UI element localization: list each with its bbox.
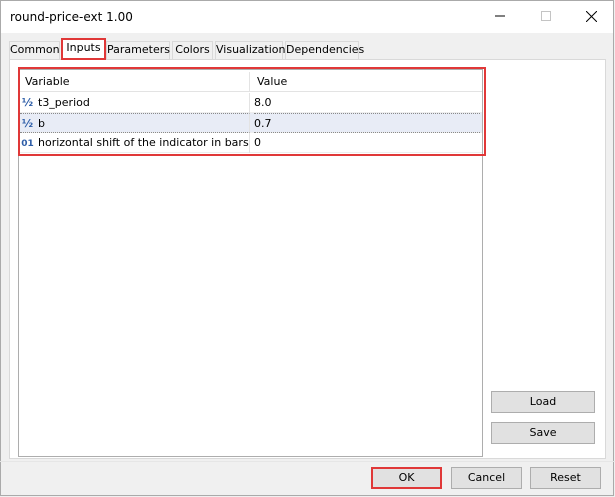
table-row[interactable]: 01 horizontal shift of the indicator in b…	[20, 133, 482, 153]
ok-button[interactable]: OK	[371, 467, 442, 489]
value-cell[interactable]: 0.7	[254, 113, 480, 133]
column-header-variable[interactable]: Variable	[20, 72, 250, 92]
maximize-button	[523, 1, 569, 31]
close-button[interactable]	[568, 1, 614, 31]
tab-visualization[interactable]: Visualization	[215, 41, 285, 59]
tab-parameters[interactable]: Parameters	[106, 41, 170, 59]
value-cell[interactable]: 0	[254, 133, 480, 153]
variable-cell: ½b	[20, 113, 250, 133]
cancel-button[interactable]: Cancel	[451, 467, 522, 489]
save-button[interactable]: Save	[491, 422, 595, 444]
variable-name: horizontal shift of the indicator in bar…	[38, 136, 249, 149]
variable-cell: 01 horizontal shift of the indicator in b…	[20, 133, 250, 153]
variable-cell: ½ t3_period	[20, 93, 250, 113]
maximize-icon	[541, 11, 551, 21]
footer-divider	[0, 461, 615, 462]
table-row[interactable]: ½ t3_period 8.0	[20, 93, 482, 113]
double-type-icon: ½	[21, 96, 34, 109]
variable-name: t3_period	[38, 96, 90, 109]
double-type-icon: ½	[21, 117, 34, 130]
title-bar: round-price-ext 1.00	[1, 1, 613, 33]
tab-dependencies[interactable]: Dependencies	[285, 41, 364, 59]
reset-button[interactable]: Reset	[530, 467, 601, 489]
column-header-value[interactable]: Value	[254, 72, 483, 92]
value-cell[interactable]: 8.0	[254, 93, 480, 113]
minimize-button[interactable]	[477, 1, 523, 31]
load-button[interactable]: Load	[491, 391, 595, 413]
table-row[interactable]: ½b 0.7	[20, 113, 482, 133]
tab-colors[interactable]: Colors	[172, 41, 213, 59]
tab-inputs[interactable]: Inputs	[61, 39, 106, 60]
window-title: round-price-ext 1.00	[10, 10, 133, 24]
minimize-icon	[495, 15, 505, 17]
variable-name: b	[38, 117, 45, 130]
table-header: Variable Value	[20, 72, 482, 92]
tab-common[interactable]: Common	[9, 41, 60, 59]
integer-type-icon: 01	[21, 139, 34, 149]
close-icon	[585, 10, 597, 22]
